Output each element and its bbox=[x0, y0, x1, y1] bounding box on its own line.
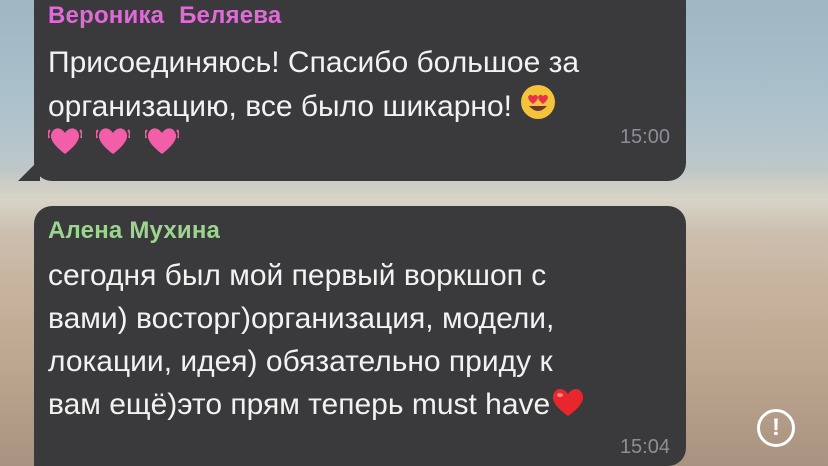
message-time: 15:00 bbox=[619, 126, 670, 148]
message-line: вам ещё)это прям теперь must have bbox=[48, 383, 672, 430]
message-bubble[interactable]: Вероника Беляева Присоединяюсь! Спасибо … bbox=[18, 0, 686, 181]
message-text: Присоединяюсь! Спасибо большое за органи… bbox=[48, 41, 672, 132]
message-line: сегодня был мой первый воркшоп с bbox=[48, 259, 547, 292]
message-line-text: вам ещё)это прям теперь must have bbox=[48, 388, 551, 421]
emoji-row bbox=[47, 124, 189, 161]
pink-heart-emoji bbox=[47, 124, 83, 154]
pink-heart-emoji bbox=[144, 124, 180, 154]
heart-eyes-emoji bbox=[520, 84, 556, 132]
pink-heart-emoji bbox=[95, 124, 132, 154]
message-line-text: организацию, все было шикарно! bbox=[48, 90, 513, 123]
exclamation-circle-icon[interactable]: ! bbox=[757, 409, 795, 447]
message-bubble[interactable]: Алена Мухина сегодня был мой первый ворк… bbox=[34, 206, 686, 466]
bubble-tail bbox=[18, 159, 40, 181]
sender-name[interactable]: Вероника Беляева bbox=[48, 2, 281, 30]
message-time: 15:04 bbox=[619, 436, 670, 458]
message-text: сегодня был мой первый воркшоп с вами) в… bbox=[48, 254, 672, 430]
red-heart-emoji bbox=[550, 386, 586, 430]
message-line: вами) восторг)организация, модели, bbox=[48, 302, 555, 335]
message-line: Присоединяюсь! Спасибо большое за bbox=[48, 46, 580, 79]
message-line: локации, идея) обязательно приду к bbox=[48, 345, 553, 378]
sender-name[interactable]: Алена Мухина bbox=[48, 217, 220, 245]
